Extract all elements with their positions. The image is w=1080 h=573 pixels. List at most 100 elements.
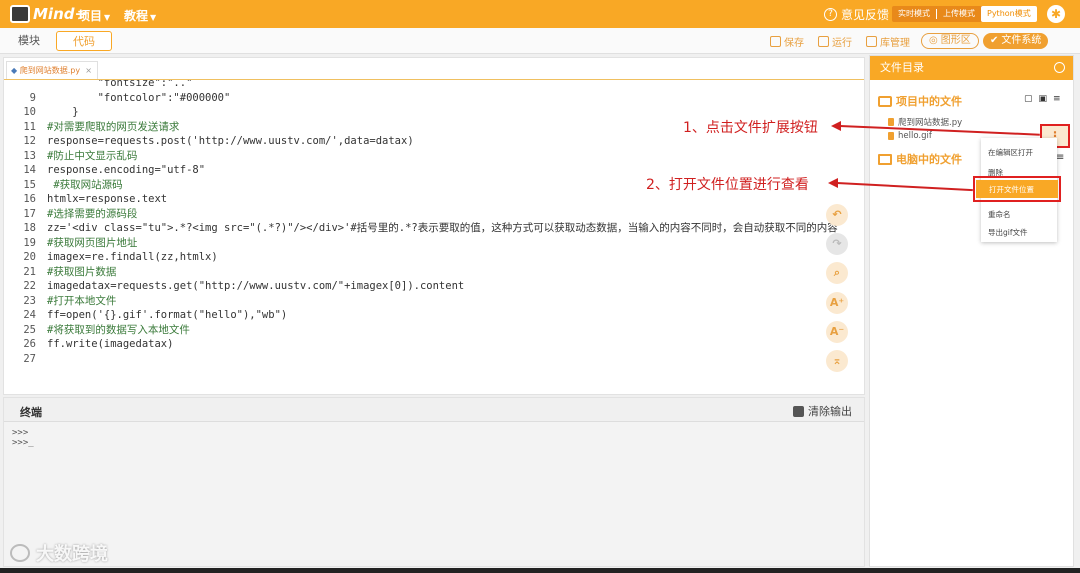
new-file-icon[interactable]: ▢: [1024, 94, 1033, 104]
check-icon: ✔: [990, 35, 999, 46]
menu-item-open-in-editor[interactable]: 在编辑区打开: [988, 147, 1033, 158]
editor-file-tab[interactable]: ◆ 爬到网站数据.py ×: [6, 61, 98, 79]
refresh-icon[interactable]: [1054, 62, 1065, 73]
file-item[interactable]: 爬到网站数据.py: [888, 116, 962, 128]
code-editor[interactable]: ◆ 爬到网站数据.py × "fontsize":".." 9 "fontcolo…: [3, 57, 865, 395]
project-files-section[interactable]: 项目中的文件: [878, 93, 962, 109]
tab-blocks[interactable]: 模块: [6, 31, 52, 51]
terminal-line: >>>_: [12, 438, 34, 448]
gear-icon[interactable]: ✱: [1047, 5, 1065, 23]
line-number: 19: [23, 236, 36, 249]
clear-output-button[interactable]: 清除输出: [793, 403, 852, 419]
line-content: "fontsize":"..": [47, 80, 193, 89]
play-icon: [818, 36, 829, 47]
close-icon[interactable]: ×: [85, 62, 92, 80]
line-number: 18: [23, 222, 36, 234]
highlight-box: [973, 176, 1061, 202]
line-number: 21: [23, 265, 36, 278]
menu-icon[interactable]: ≡: [1056, 152, 1064, 163]
feedback-button[interactable]: ? 意见反馈: [824, 6, 889, 23]
line-number: 14: [23, 164, 36, 176]
line-content: #选择需要的源码段: [47, 207, 138, 220]
graphic-icon: ◎: [929, 35, 938, 46]
save-icon: [770, 36, 781, 47]
save-button[interactable]: 保存: [770, 34, 804, 49]
line-content: #打开本地文件: [47, 294, 117, 307]
line-content: response=requests.post('http://www.uustv…: [47, 135, 414, 147]
line-number: 15: [23, 178, 36, 191]
undo-icon[interactable]: ↶: [826, 204, 848, 226]
line-number: 23: [23, 294, 36, 307]
file-item[interactable]: hello.gif: [888, 131, 932, 141]
line-content: }: [47, 106, 79, 118]
search-icon[interactable]: ⌕: [826, 262, 848, 284]
new-folder-icon[interactable]: ▣: [1039, 94, 1048, 104]
menu-item-rename[interactable]: 重命名: [988, 209, 1011, 220]
pc-files-section[interactable]: 电脑中的文件: [878, 151, 962, 167]
terminal-line: >>>: [12, 428, 29, 438]
chevron-down-icon: ▼: [150, 13, 157, 22]
line-content: "fontcolor":"#000000": [47, 91, 231, 104]
terminal-title: 终端: [20, 406, 42, 419]
line-number: 11: [23, 120, 36, 133]
top-bar: Mind+ 项目 ▼ 教程 ▼ ? 意见反馈 实时模式 上传模式 Python模式 …: [0, 0, 1080, 28]
line-content: imagex=re.findall(zz,htmlx): [47, 251, 218, 263]
line-number: 25: [23, 323, 36, 336]
line-number: 27: [23, 352, 36, 365]
terminal-output[interactable]: >>> >>>_: [4, 422, 864, 454]
line-content: response.encoding="utf-8": [47, 164, 206, 176]
line-content: #防止中文显示乱码: [47, 149, 138, 162]
library-button[interactable]: 库管理: [866, 34, 910, 49]
line-number: 24: [23, 309, 36, 321]
line-number: 13: [23, 149, 36, 162]
line-content: ff=open('{}.gif'.format("hello"),"wb"): [47, 309, 288, 321]
scroll-top-icon[interactable]: ⌅: [826, 350, 848, 372]
line-number: 10: [23, 106, 36, 118]
toolbar: 模块 代码 保存 运行 库管理 ◎ 图形区 ✔ 文件系统: [0, 28, 1080, 54]
line-number: 20: [23, 251, 36, 263]
line-number: 22: [23, 280, 36, 292]
line-content: #获取网站源码: [47, 178, 123, 191]
line-content: imagedatax=requests.get("http://www.uust…: [47, 280, 465, 292]
line-content: ff.write(imagedatax): [47, 338, 174, 350]
font-increase-icon[interactable]: A⁺: [826, 292, 848, 314]
app-logo: Mind+: [10, 4, 87, 24]
annotation-step2: 2、打开文件位置进行查看: [646, 177, 809, 193]
file-icon: [888, 118, 894, 126]
clear-icon: [793, 405, 804, 417]
graphic-area-button[interactable]: ◎ 图形区: [921, 33, 979, 49]
menu-tutorial[interactable]: 教程 ▼: [124, 7, 156, 24]
project-section-actions: ▢ ▣ ≡: [1024, 94, 1072, 104]
font-decrease-icon[interactable]: A⁻: [826, 321, 848, 343]
line-content: #获取图片数据: [47, 265, 117, 278]
tab-code[interactable]: 代码: [56, 31, 112, 51]
run-button[interactable]: 运行: [818, 34, 852, 49]
line-content: #将获取到的数据写入本地文件: [47, 323, 190, 336]
line-number: 12: [23, 135, 36, 147]
mode-realtime[interactable]: 实时模式: [892, 6, 936, 22]
menu-project[interactable]: 项目 ▼: [78, 7, 110, 24]
line-number: 16: [23, 193, 36, 205]
menu-icon[interactable]: ≡: [1053, 94, 1061, 104]
watermark: 大数跨境: [10, 540, 108, 566]
folder-icon: [878, 95, 892, 107]
line-content: #对需要爬取的网页发送请求: [47, 120, 180, 133]
line-content: htmlx=response.text: [47, 193, 168, 205]
help-icon: ?: [824, 8, 837, 21]
file-system-button[interactable]: ✔ 文件系统: [983, 33, 1049, 49]
python-file-icon: ◆: [11, 66, 18, 75]
line-number: 17: [23, 207, 36, 220]
line-content: #获取网页图片地址: [47, 236, 138, 249]
line-number: 9: [29, 91, 36, 104]
menu-item-export-gif[interactable]: 导出gif文件: [988, 227, 1028, 238]
redo-icon[interactable]: ↷: [826, 233, 848, 255]
line-content: zz='<div class="tu">.*?<img src="(.*?)"/…: [47, 222, 838, 234]
file-icon: [888, 132, 894, 140]
watermark-logo-icon: [10, 544, 30, 562]
annotation-step1: 1、点击文件扩展按钮: [683, 120, 818, 136]
computer-icon: [878, 153, 892, 165]
terminal-panel: 终端 清除输出 >>> >>>_: [3, 397, 865, 567]
mode-upload[interactable]: 上传模式: [937, 6, 981, 22]
logo-icon: [10, 5, 30, 23]
mode-python[interactable]: Python模式: [981, 6, 1037, 22]
